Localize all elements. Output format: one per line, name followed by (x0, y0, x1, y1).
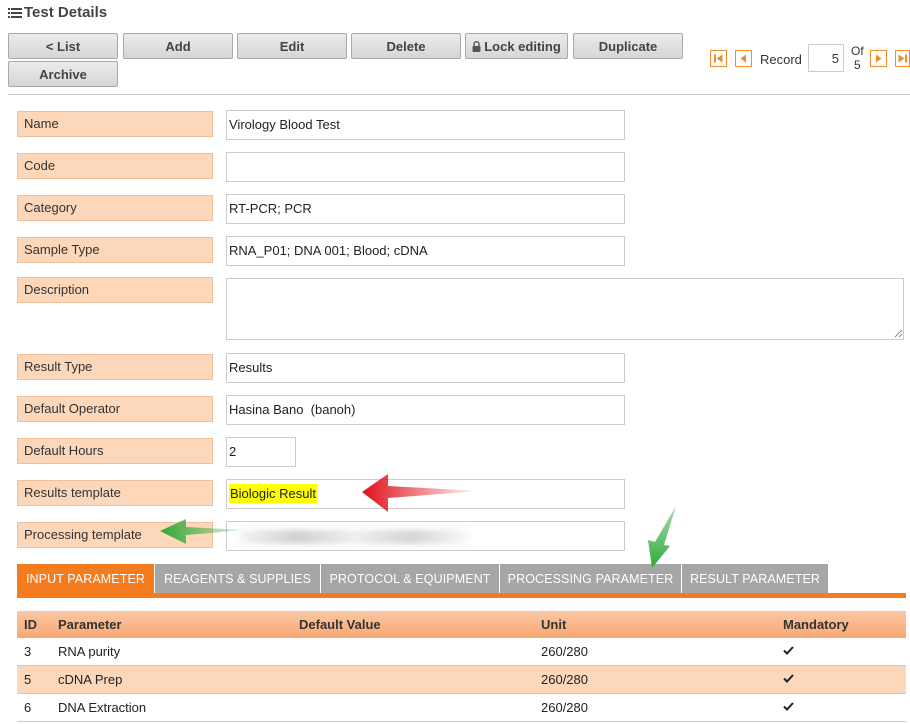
processing-template-label: Processing template (17, 522, 213, 548)
archive-button[interactable]: Archive (8, 61, 118, 87)
cell-id: 3 (24, 644, 32, 659)
results-template-value: Biologic Result (229, 484, 317, 503)
lock-icon (472, 40, 481, 52)
default-hours-field[interactable]: 2 (226, 437, 296, 467)
edit-button[interactable]: Edit (237, 33, 347, 59)
list-icon (8, 7, 22, 18)
total-records: 5 (853, 58, 861, 72)
cell-parameter: RNA purity (58, 644, 121, 659)
next-record-button[interactable] (870, 50, 887, 67)
table-row[interactable]: 5 cDNA Prep 260/280 (17, 666, 906, 694)
result-type-field[interactable]: Results (226, 353, 625, 383)
resize-handle-icon[interactable] (894, 329, 903, 338)
green-arrow-down-icon (648, 506, 676, 568)
last-icon (898, 54, 907, 63)
column-header-parameter[interactable]: Parameter (58, 617, 122, 632)
first-record-button[interactable] (710, 50, 727, 67)
default-operator-label: Default Operator (17, 396, 213, 422)
first-icon (714, 54, 723, 63)
column-header-id[interactable]: ID (24, 617, 37, 632)
column-header-unit[interactable]: Unit (541, 617, 566, 632)
of-label: Of (851, 44, 864, 58)
record-number-input[interactable]: 5 (808, 44, 844, 72)
cell-unit: 260/280 (541, 644, 588, 659)
column-header-default-value[interactable]: Default Value (299, 617, 381, 632)
tab-underline (17, 593, 906, 598)
name-label: Name (17, 111, 213, 137)
delete-button[interactable]: Delete (351, 33, 461, 59)
column-header-mandatory[interactable]: Mandatory (783, 617, 849, 632)
tab-result-parameter[interactable]: RESULT PARAMETER (682, 564, 828, 593)
previous-icon (740, 54, 746, 63)
cell-parameter: DNA Extraction (58, 700, 147, 715)
tab-processing-parameter[interactable]: PROCESSING PARAMETER (500, 564, 682, 593)
results-template-field[interactable]: Biologic Result (226, 479, 625, 509)
duplicate-button[interactable]: Duplicate (573, 33, 683, 59)
table-row[interactable]: 6 DNA Extraction 260/280 (17, 694, 906, 722)
cell-parameter: cDNA Prep (58, 672, 123, 687)
sample-type-label: Sample Type (17, 237, 213, 263)
list-button[interactable]: < List (8, 33, 118, 59)
page-title-text: Test Details (24, 4, 108, 21)
tab-reagents-supplies[interactable]: REAGENTS & SUPPLIES (155, 564, 321, 593)
code-label: Code (17, 153, 213, 179)
code-field[interactable] (226, 152, 625, 182)
table-row[interactable]: 3 RNA purity 260/280 (17, 638, 906, 666)
name-field[interactable]: Virology Blood Test (226, 110, 625, 140)
next-icon (876, 54, 882, 63)
cell-id: 5 (24, 672, 32, 687)
tab-protocol-equipment[interactable]: PROTOCOL & EQUIPMENT (321, 564, 500, 593)
description-label: Description (17, 277, 213, 303)
add-button[interactable]: Add (123, 33, 233, 59)
toolbar-divider (8, 94, 910, 95)
results-template-label: Results template (17, 480, 213, 506)
default-hours-label: Default Hours (17, 438, 213, 464)
cell-unit: 260/280 (541, 672, 588, 687)
checkmark-icon (783, 702, 794, 711)
result-type-label: Result Type (17, 354, 213, 380)
table-header (17, 611, 906, 638)
record-label: Record (760, 52, 802, 67)
page-title: Test Details (8, 4, 107, 21)
checkmark-icon (783, 646, 794, 655)
cell-unit: 260/280 (541, 700, 588, 715)
last-record-button[interactable] (895, 50, 910, 67)
category-label: Category (17, 195, 213, 221)
lock-editing-label: Lock editing (484, 38, 561, 54)
sample-type-field[interactable]: RNA_P01; DNA 001; Blood; cDNA (226, 236, 625, 266)
previous-record-button[interactable] (735, 50, 752, 67)
description-textarea[interactable] (226, 278, 904, 340)
default-operator-field[interactable]: Hasina Bano (banoh) (226, 395, 625, 425)
tab-input-parameter[interactable]: INPUT PARAMETER (17, 564, 155, 593)
record-total: Of 5 (851, 44, 864, 72)
checkmark-icon (783, 674, 794, 683)
cell-id: 6 (24, 700, 32, 715)
blurred-value (238, 530, 470, 544)
category-field[interactable]: RT-PCR; PCR (226, 194, 625, 224)
lock-editing-button[interactable]: Lock editing (465, 33, 568, 59)
